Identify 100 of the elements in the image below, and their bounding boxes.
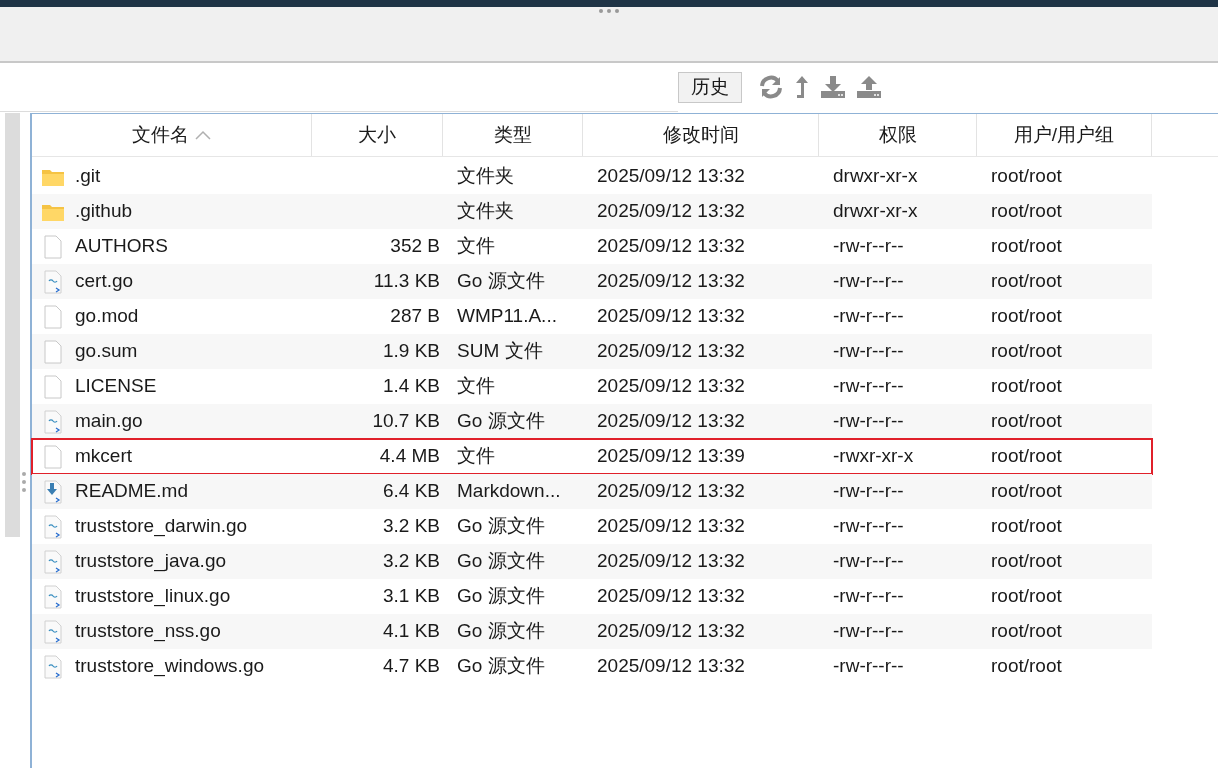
file-size: 3.2 KB [382,549,440,574]
file-name: truststore_nss.go [75,619,221,644]
modified-time: 2025/09/12 13:32 [597,514,745,539]
file-type: Markdown... [457,479,561,504]
modified-time: 2025/09/12 13:39 [597,444,745,469]
file-size: 352 B [390,234,440,259]
file-name: truststore_linux.go [75,584,231,609]
sort-up-icon [195,130,211,140]
file-row[interactable]: mkcert 4.4 MB 文件 2025/09/12 13:39 -rwxr-xr-x root/root [32,439,1152,474]
file-name: .github [75,199,133,224]
modified-time: 2025/09/12 13:32 [597,304,745,329]
file-name: truststore_windows.go [75,654,265,679]
column-header[interactable]: 类型 [443,114,583,156]
history-button[interactable]: 历史 [678,71,742,103]
file-type: Go 源文件 [457,514,545,539]
file-name: main.go [75,409,143,434]
file-row[interactable]: .github 文件夹 2025/09/12 13:32 drwxr-xr-x root/root [32,194,1152,229]
file-type: 文件 [457,374,495,399]
file-size: 4.7 KB [382,654,440,679]
permissions: -rw-r--r-- [833,619,904,644]
owner: root/root [991,549,1062,574]
download-file-icon [43,479,63,504]
column-header[interactable]: 修改时间 [583,114,819,156]
file-type: 文件 [457,444,495,469]
document-icon [43,234,63,259]
up-arrow-icon[interactable] [794,75,810,99]
file-size: 3.1 KB [382,584,440,609]
owner: root/root [991,164,1062,189]
upload-icon[interactable] [856,75,882,99]
file-type: Go 源文件 [457,654,545,679]
code-file-icon [43,654,63,679]
modified-time: 2025/09/12 13:32 [597,619,745,644]
grip-icon[interactable] [598,8,620,14]
modified-time: 2025/09/12 13:32 [597,339,745,364]
file-type: Go 源文件 [457,584,545,609]
modified-time: 2025/09/12 13:32 [597,199,745,224]
modified-time: 2025/09/12 13:32 [597,374,745,399]
column-header[interactable]: 大小 [312,114,443,156]
document-icon [43,339,63,364]
owner: root/root [991,654,1062,679]
permissions: -rw-r--r-- [833,269,904,294]
document-icon [43,374,63,399]
scrollbar[interactable] [5,113,20,537]
modified-time: 2025/09/12 13:32 [597,269,745,294]
file-name: mkcert [75,444,132,469]
file-row[interactable]: cert.go 11.3 KB Go 源文件 2025/09/12 13:32 -rw-r--r-- root/root [32,264,1152,299]
splitter-grip-icon[interactable] [21,471,27,493]
modified-time: 2025/09/12 13:32 [597,479,745,504]
file-size: 287 B [390,304,440,329]
permissions: drwxr-xr-x [833,164,918,189]
permissions: drwxr-xr-x [833,199,918,224]
permissions: -rw-r--r-- [833,304,904,329]
file-name: AUTHORS [75,234,168,259]
owner: root/root [991,234,1062,259]
modified-time: 2025/09/12 13:32 [597,234,745,259]
column-header[interactable]: 权限 [819,114,977,156]
permissions: -rw-r--r-- [833,584,904,609]
column-header[interactable]: 文件名 [32,114,312,156]
file-name: LICENSE [75,374,157,399]
download-icon[interactable] [820,75,846,99]
file-type: 文件夹 [457,199,514,224]
permissions: -rw-r--r-- [833,514,904,539]
owner: root/root [991,514,1062,539]
permissions: -rw-r--r-- [833,374,904,399]
code-file-icon [43,584,63,609]
permissions: -rw-r--r-- [833,409,904,434]
column-header[interactable]: 用户/用户组 [977,114,1152,156]
permissions: -rwxr-xr-x [833,444,914,469]
permissions: -rw-r--r-- [833,549,904,574]
file-name: .git [75,164,101,189]
owner: root/root [991,619,1062,644]
file-row[interactable]: truststore_nss.go 4.1 KB Go 源文件 2025/09/12 13:32 -rw-r--r-- root/root [32,614,1152,649]
owner: root/root [991,339,1062,364]
owner: root/root [991,444,1062,469]
modified-time: 2025/09/12 13:32 [597,164,745,189]
file-size: 11.3 KB [373,269,440,294]
owner: root/root [991,199,1062,224]
code-file-icon [43,619,63,644]
file-type: WMP11.A... [457,304,557,329]
owner: root/root [991,304,1062,329]
code-file-icon [43,549,63,574]
permissions: -rw-r--r-- [833,479,904,504]
owner: root/root [991,374,1062,399]
owner: root/root [991,269,1062,294]
file-row[interactable]: go.sum 1.9 KB SUM 文件 2025/09/12 13:32 -rw-r--r-- root/root [32,334,1152,369]
code-file-icon [43,269,63,294]
owner: root/root [991,584,1062,609]
file-size: 1.4 KB [382,374,440,399]
file-size: 3.2 KB [382,514,440,539]
refresh-icon[interactable] [758,75,784,99]
file-name: truststore_darwin.go [75,514,248,539]
file-size: 1.9 KB [382,339,440,364]
file-row[interactable]: main.go 10.7 KB Go 源文件 2025/09/12 13:32 -rw-r--r-- root/root [32,404,1152,439]
permissions: -rw-r--r-- [833,234,904,259]
file-name: README.md [75,479,188,504]
file-name: go.mod [75,304,139,329]
file-row[interactable]: README.md 6.4 KB Markdown... 2025/09/12 13:32 -rw-r--r-- root/root [32,474,1152,509]
file-type: Go 源文件 [457,619,545,644]
file-row[interactable]: truststore_java.go 3.2 KB Go 源文件 2025/09/12 13:32 -rw-r--r-- root/root [32,544,1152,579]
permissions: -rw-r--r-- [833,339,904,364]
